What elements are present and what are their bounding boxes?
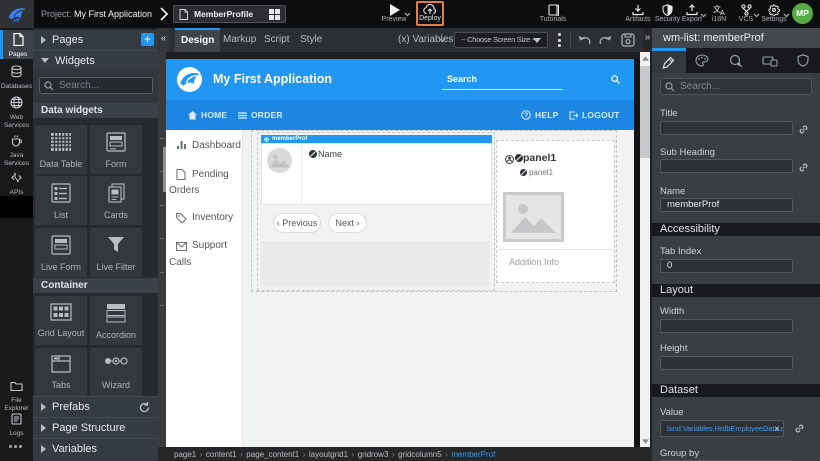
svg-text:?: ? — [524, 113, 528, 120]
